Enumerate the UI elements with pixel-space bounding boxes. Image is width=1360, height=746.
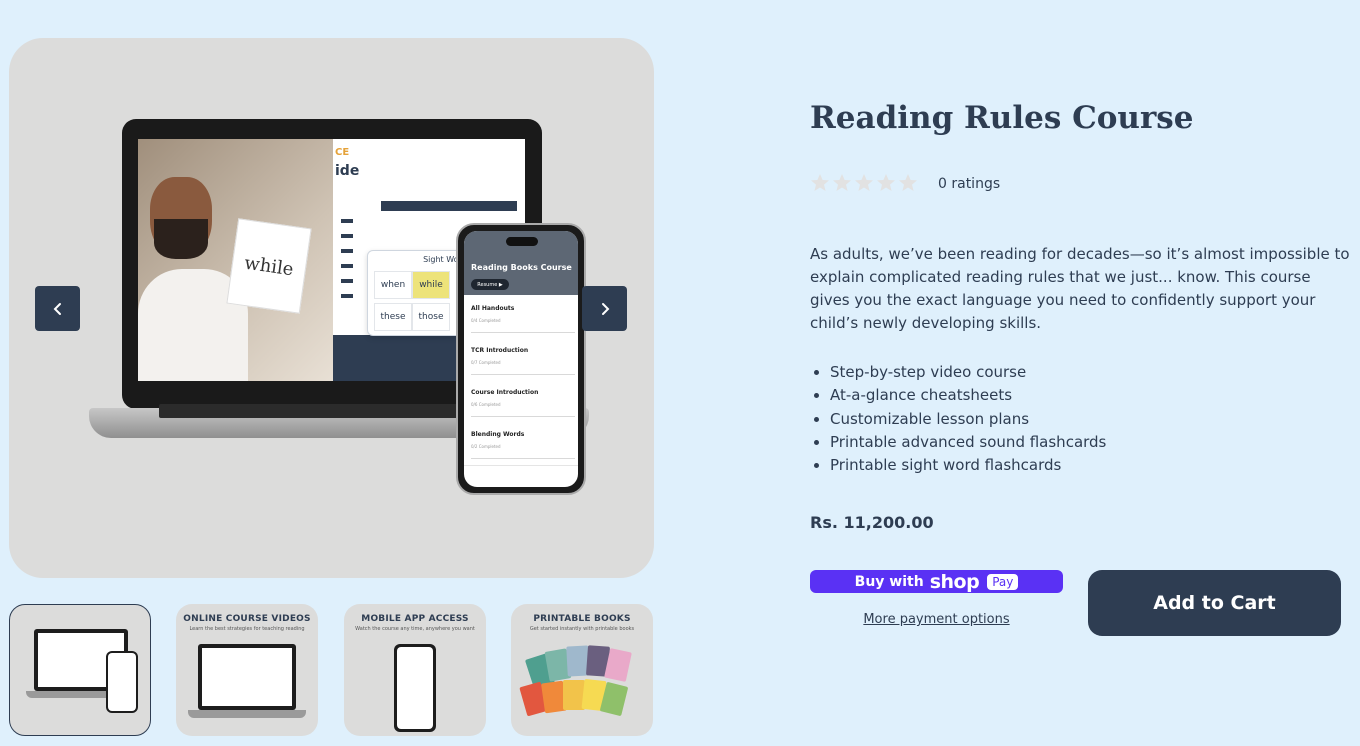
shop-pay-prefix: Buy with xyxy=(854,573,924,590)
phone-app-title: Reading Books Course xyxy=(471,263,572,272)
shop-pay-logo: shop xyxy=(929,570,980,593)
phone-item-sub: 0/6 Completed xyxy=(471,402,501,407)
star-empty-icon xyxy=(855,174,873,191)
instructor-beard xyxy=(154,219,208,259)
product-price: Rs. 11,200.00 xyxy=(810,513,934,532)
phone-tabbar xyxy=(464,465,578,487)
thumb-subtitle: Get started instantly with printable boo… xyxy=(529,626,635,632)
phone-item-title: Course Introduction xyxy=(471,389,539,396)
phone-item-title: All Handouts xyxy=(471,305,515,312)
phone-list-item: All Handouts 0/4 Completed xyxy=(471,299,575,333)
phone-item-title: TCR Introduction xyxy=(471,347,529,354)
phone-app-header: Reading Books Course Resume ▶ xyxy=(464,231,578,295)
thumb-title: PRINTABLE BOOKS xyxy=(533,614,631,624)
phone-item-title: Blending Words xyxy=(471,431,525,438)
thumb-phone xyxy=(106,651,138,713)
thumbnail-4[interactable]: PRINTABLE BOOKS Get started instantly wi… xyxy=(511,604,653,736)
shop-pay-button[interactable]: Buy with shop Pay xyxy=(810,570,1063,593)
star-empty-icon xyxy=(833,174,851,191)
chevron-left-icon xyxy=(53,302,61,315)
star-empty-icon xyxy=(811,174,829,191)
thumbnail-2[interactable]: ONLINE COURSE VIDEOS Learn the best stra… xyxy=(176,604,318,736)
product-title: Reading Rules Course xyxy=(810,100,1194,136)
thumb-title: MOBILE APP ACCESS xyxy=(361,614,469,624)
thumb-phone xyxy=(394,644,436,732)
shop-pay-pill: Pay xyxy=(987,573,1019,590)
phone-list-item: Blending Words 0/2 Completed xyxy=(471,425,575,459)
slide-header-bar xyxy=(381,201,517,211)
more-payment-options-link[interactable]: More payment options xyxy=(810,612,1063,627)
product-main-image: while CE ide Sight Words when while thes… xyxy=(9,38,654,578)
phone-screen: Reading Books Course Resume ▶ All Handou… xyxy=(464,231,578,487)
slide-rows xyxy=(341,219,357,309)
phone-notch xyxy=(506,237,538,246)
sight-word-cell: those xyxy=(412,303,450,331)
handheld-paper: while xyxy=(226,218,312,314)
thumb-laptop-base xyxy=(188,710,306,718)
feature-item: Printable sight word flashcards xyxy=(830,454,1350,477)
thumb-subtitle: Watch the course any time, anywhere you … xyxy=(355,626,475,632)
phone-resume-pill: Resume ▶ xyxy=(471,279,509,290)
feature-item: At-a-glance cheatsheets xyxy=(830,384,1350,407)
thumb-subtitle: Learn the best strategies for teaching r… xyxy=(189,626,305,632)
sight-word-cell: these xyxy=(374,303,412,331)
slide-accent-text: CE xyxy=(335,147,350,158)
phone-item-sub: 0/7 Completed xyxy=(471,360,501,365)
book-card xyxy=(604,648,632,682)
add-to-cart-button[interactable]: Add to Cart xyxy=(1088,570,1341,636)
feature-item: Printable advanced sound flashcards xyxy=(830,431,1350,454)
video-frame: while xyxy=(138,139,333,381)
feature-item: Customizable lesson plans xyxy=(830,408,1350,431)
thumbnail-3[interactable]: MOBILE APP ACCESS Watch the course any t… xyxy=(344,604,486,736)
laptop-keyboard xyxy=(159,404,479,418)
chevron-right-icon xyxy=(601,302,609,315)
feature-item: Step-by-step video course xyxy=(830,361,1350,384)
phone-item-sub: 0/4 Completed xyxy=(471,318,501,323)
star-empty-icon xyxy=(877,174,895,191)
sight-word-cell: when xyxy=(374,271,412,299)
slide-title-fragment: ide xyxy=(335,163,360,179)
phone-list-item: TCR Introduction 0/7 Completed xyxy=(471,341,575,375)
product-description: As adults, we’ve been reading for decade… xyxy=(810,245,1350,332)
sight-word-cell: while xyxy=(412,271,450,299)
star-empty-icon xyxy=(899,174,917,191)
thumb-title: ONLINE COURSE VIDEOS xyxy=(183,614,311,624)
gallery-prev-button[interactable] xyxy=(35,286,80,331)
rating-stars xyxy=(810,173,918,193)
thumbnail-1[interactable] xyxy=(9,604,151,736)
phone-illustration: Reading Books Course Resume ▶ All Handou… xyxy=(456,223,586,495)
gallery-next-button[interactable] xyxy=(582,286,627,331)
thumb-laptop xyxy=(198,644,296,710)
phone-list-item: Course Introduction 0/6 Completed xyxy=(471,383,575,417)
feature-list: Step-by-step video course At-a-glance ch… xyxy=(830,361,1350,477)
phone-item-sub: 0/2 Completed xyxy=(471,444,501,449)
ratings-count[interactable]: 0 ratings xyxy=(938,176,1000,192)
